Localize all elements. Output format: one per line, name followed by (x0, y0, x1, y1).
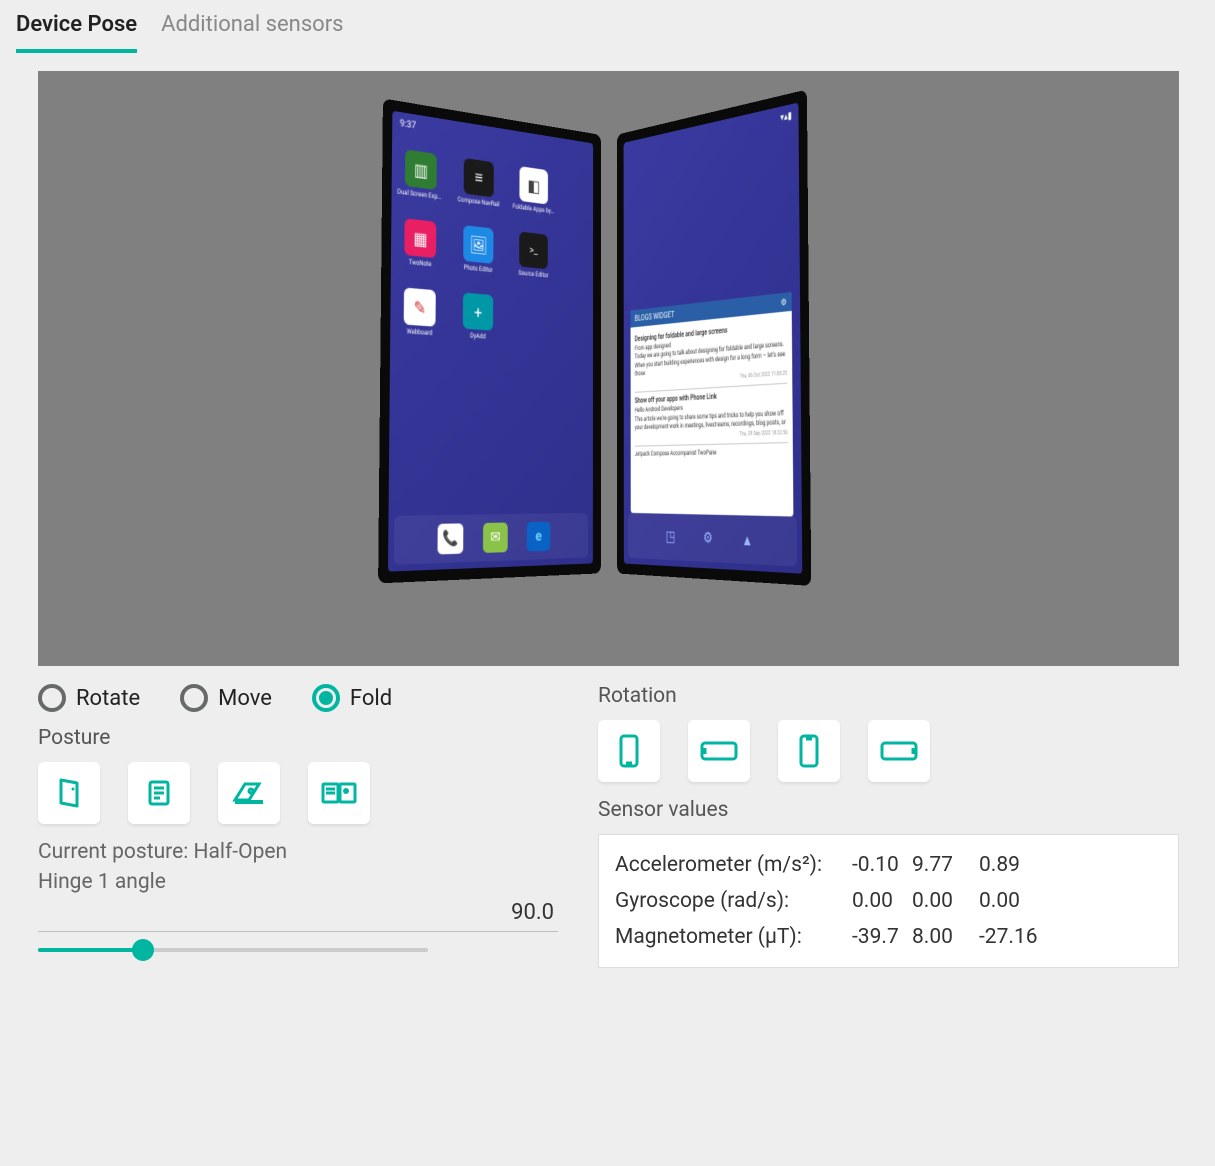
sensor-values-label: Sensor values (598, 798, 1179, 822)
status-icons: ▾▴▮ (780, 110, 792, 124)
rotation-portrait-button[interactable] (598, 720, 660, 782)
rotation-landscape-right-button[interactable] (868, 720, 930, 782)
flat-page-icon (142, 776, 176, 810)
posture-flat-button[interactable] (128, 762, 190, 824)
app-icon: >_Source Editor (513, 231, 552, 290)
app-icon: ▥Dual Screen Experi... (399, 148, 442, 211)
tab-additional-sensors[interactable]: Additional sensors (161, 12, 343, 53)
rotation-button-row (598, 720, 1179, 782)
app-grid: ▥Dual Screen Experi... ≡Compose NavRail … (397, 148, 586, 357)
device-left-panel: 9:37 ▥Dual Screen Experi... ≡Compose Nav… (378, 98, 601, 583)
sensor-value: 8.00 (912, 925, 967, 949)
sensor-value: 0.00 (852, 889, 900, 913)
dock-app-icon: ◳ (660, 521, 680, 551)
closed-book-icon (52, 776, 86, 810)
tab-device-pose[interactable]: Device Pose (16, 12, 137, 53)
app-icon: 🖼Photo Editor (457, 224, 498, 285)
book-open-icon (319, 776, 359, 810)
sensor-value: 9.77 (912, 853, 967, 877)
sensor-row: Gyroscope (rad/s): 0.00 0.00 0.00 (607, 883, 1170, 919)
radio-rotate[interactable]: Rotate (38, 684, 140, 712)
app-icon: ▦TwoNote (398, 217, 441, 279)
status-time: 9:37 (399, 118, 415, 131)
status-bar-right: ▾▴▮ (623, 104, 798, 162)
manipulation-mode-radios: Rotate Move Fold (38, 684, 558, 712)
radio-move[interactable]: Move (180, 684, 272, 712)
slider-thumb[interactable] (132, 939, 154, 961)
current-posture-label: Current posture: Half-Open (38, 840, 558, 864)
hinge-angle-value[interactable]: 90.0 (38, 900, 558, 932)
posture-closed-button[interactable] (38, 762, 100, 824)
phone-portrait-reverse-icon (792, 732, 826, 770)
rotation-landscape-left-button[interactable] (688, 720, 750, 782)
status-bar-left: 9:37 (392, 112, 593, 162)
device-preview-viewport[interactable]: 9:37 ▥Dual Screen Experi... ≡Compose Nav… (38, 71, 1179, 666)
posture-section-label: Posture (38, 726, 558, 750)
device-right-panel: ▾▴▮ BLOGS WIDGET ⚙ Designing for foldabl… (616, 89, 810, 585)
tab-bar: Device Pose Additional sensors (0, 0, 1215, 53)
sensor-value: -39.7 (852, 925, 900, 949)
sensor-row: Magnetometer (μT): -39.7 8.00 -27.16 (607, 919, 1170, 955)
sensor-value: 0.00 (979, 889, 1049, 913)
widget-title: BLOGS WIDGET (634, 309, 674, 323)
dock-gallery-icon: ▲ (735, 524, 758, 556)
widget-gear-icon: ⚙ (780, 296, 786, 307)
half-open-laptop-icon (229, 776, 269, 810)
dock-right: ◳ ⚙ ▲ (627, 512, 796, 566)
app-icon: +DyAdd (457, 292, 498, 352)
rotation-portrait-reverse-button[interactable] (778, 720, 840, 782)
dock-left: 📞 ✉ e (393, 512, 587, 564)
hinge-angle-slider[interactable] (38, 940, 428, 960)
sensor-value: 0.89 (979, 853, 1049, 877)
sensor-gyroscope-label: Gyroscope (rad/s): (615, 889, 840, 913)
app-icon: ≡Compose NavRail (458, 157, 499, 219)
sensor-magnetometer-label: Magnetometer (μT): (615, 925, 840, 949)
sensor-values-table: Accelerometer (m/s²): -0.10 9.77 0.89 Gy… (598, 834, 1179, 968)
sensor-accelerometer-label: Accelerometer (m/s²): (615, 853, 840, 877)
rotation-section-label: Rotation (598, 684, 1179, 708)
hinge-angle-label: Hinge 1 angle (38, 870, 558, 894)
dock-messages-icon: ✉ (482, 522, 507, 552)
phone-portrait-icon (612, 732, 646, 770)
app-icon: ◧Foldable Apps by S... (514, 165, 553, 225)
dock-edge-icon: e (526, 521, 550, 551)
blogs-widget: BLOGS WIDGET ⚙ Designing for foldable an… (630, 291, 793, 516)
phone-landscape-right-icon (878, 736, 920, 766)
radio-fold[interactable]: Fold (312, 684, 392, 712)
dock-phone-icon: 📞 (437, 523, 463, 554)
sensor-value: -0.10 (852, 853, 900, 877)
dock-settings-icon: ⚙ (697, 522, 719, 553)
posture-book-button[interactable] (308, 762, 370, 824)
app-icon: ✎Webboard (397, 287, 440, 349)
posture-half-open-button[interactable] (218, 762, 280, 824)
sensor-value: 0.00 (912, 889, 967, 913)
sensor-value: -27.16 (979, 925, 1049, 949)
phone-landscape-left-icon (698, 736, 740, 766)
posture-button-row (38, 762, 558, 824)
sensor-row: Accelerometer (m/s²): -0.10 9.77 0.89 (607, 847, 1170, 883)
